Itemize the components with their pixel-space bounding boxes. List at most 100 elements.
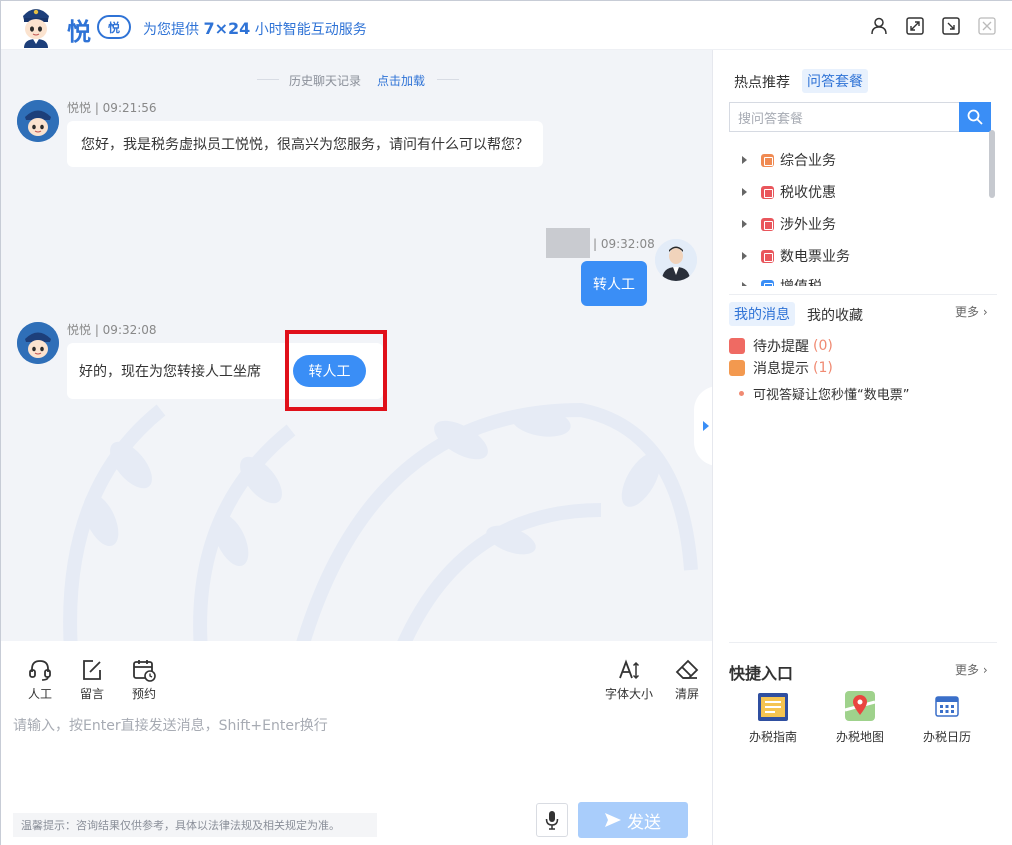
- tax-guide-icon: [758, 693, 788, 721]
- microphone-icon: [545, 811, 559, 830]
- reminder-count: (0): [813, 338, 833, 354]
- quick-label: 办税日历: [922, 730, 971, 744]
- headset-icon: [29, 660, 51, 681]
- history-label: 历史聊天记录: [289, 74, 362, 88]
- tool-label: 清屏: [674, 687, 699, 701]
- more-label: 更多: [955, 305, 980, 319]
- tree-item-comprehensive[interactable]: 综合业务: [729, 150, 836, 170]
- history-rule-left: [257, 79, 279, 80]
- todo-reminder[interactable]: 待办提醒 (0): [729, 336, 833, 356]
- chat-area[interactable]: 历史聊天记录 点击加载 悦悦 | 09:21:56 您好，我是税务虚拟员工悦悦，…: [1, 50, 712, 641]
- disclaimer-tip: 温馨提示：咨询结果仅供参考，具体以法律法规及相关规定为准。: [13, 813, 377, 837]
- calendar-clock-icon: [133, 660, 156, 682]
- tagline-hours: 7×24: [203, 19, 251, 38]
- qa-category-tree: 综合业务 税收优惠 涉外业务 数电票业务 增值税: [729, 144, 991, 286]
- message-input-area[interactable]: 请输入，按Enter直接发送消息，Shift+Enter换行 温馨提示：咨询结果…: [1, 705, 712, 845]
- search-button[interactable]: [959, 102, 991, 132]
- leave-message-tool[interactable]: 留言: [72, 657, 112, 702]
- history-load-link[interactable]: 点击加载: [377, 72, 425, 89]
- bullet-icon: [739, 391, 744, 396]
- section-divider: [729, 642, 997, 643]
- logo-text: 悦: [67, 18, 91, 46]
- messages-more-link[interactable]: 更多 ›: [955, 303, 988, 320]
- category-icon: [761, 249, 774, 263]
- font-size-tool[interactable]: 字体大小: [605, 657, 653, 702]
- user-avatar: [655, 239, 697, 281]
- quick-entry-title: 快捷入口: [729, 664, 794, 683]
- logo-badge: 悦: [97, 15, 131, 39]
- reminder-label: 消息提示: [753, 361, 809, 377]
- tab-hot-recommend[interactable]: 热点推荐: [734, 72, 790, 92]
- voice-input-button[interactable]: [536, 803, 568, 837]
- collapse-panel-toggle[interactable]: [694, 386, 712, 466]
- message-notice[interactable]: 消息提示 (1): [729, 358, 833, 378]
- tree-item-e-invoice[interactable]: 数电票业务: [729, 246, 850, 266]
- bulb-icon: [729, 360, 745, 376]
- tab-my-favorites[interactable]: 我的收藏: [807, 305, 863, 325]
- quick-tax-guide[interactable]: 办税指南: [733, 690, 813, 745]
- font-size-icon: [619, 659, 640, 680]
- tree-item-label: 税收优惠: [780, 185, 836, 201]
- appointment-tool[interactable]: 预约: [124, 657, 164, 702]
- send-label: 发送: [627, 812, 661, 833]
- notice-list-item[interactable]: 可视答疑让您秒懂“数电票”: [739, 384, 909, 403]
- quick-more-link[interactable]: 更多 ›: [955, 661, 988, 678]
- clear-screen-tool[interactable]: 清屏: [667, 657, 707, 702]
- minimize-window-icon[interactable]: [941, 16, 961, 36]
- message-input[interactable]: 请输入，按Enter直接发送消息，Shift+Enter换行: [13, 715, 328, 735]
- user-icon[interactable]: [869, 16, 889, 36]
- map-pin-icon: [844, 691, 876, 721]
- clock-icon: [729, 338, 745, 354]
- send-button[interactable]: 发送: [578, 802, 688, 838]
- human-agent-tool[interactable]: 人工: [20, 657, 60, 702]
- send-icon: [605, 813, 621, 827]
- tree-item-label: 涉外业务: [780, 217, 836, 233]
- message-meta: 悦悦 | 09:32:08: [67, 323, 157, 337]
- expand-arrow-icon: [742, 282, 747, 286]
- tree-scrollbar[interactable]: [989, 130, 995, 198]
- search-icon: [967, 109, 983, 125]
- tool-label: 人工: [27, 687, 52, 701]
- tree-item-foreign[interactable]: 涉外业务: [729, 214, 836, 234]
- tagline-prefix: 为您提供: [143, 22, 199, 38]
- quick-tax-calendar[interactable]: 办税日历: [907, 690, 987, 745]
- expand-arrow-icon: [742, 252, 747, 260]
- tree-item-label: 综合业务: [780, 153, 836, 169]
- triangle-right-icon: [703, 421, 709, 431]
- user-message-meta: | 09:32:08: [593, 237, 655, 251]
- tree-item-vat[interactable]: 增值税: [729, 276, 822, 286]
- calendar-icon: [935, 696, 959, 717]
- tab-qa-package[interactable]: 问答套餐: [802, 69, 868, 93]
- edit-icon: [83, 660, 101, 680]
- expand-arrow-icon: [742, 220, 747, 228]
- category-icon: [761, 153, 774, 167]
- tree-item-label: 数电票业务: [780, 249, 850, 265]
- expand-icon[interactable]: [905, 16, 925, 36]
- qa-search-input[interactable]: 搜问答套餐: [729, 102, 959, 132]
- highlight-annotation-box: [285, 330, 387, 411]
- tree-item-label: 增值税: [780, 276, 822, 286]
- tab-my-messages[interactable]: 我的消息: [729, 302, 795, 326]
- bot-message-bubble: 您好，我是税务虚拟员工悦悦，很高兴为您服务，请问有什么可以帮您？: [67, 121, 543, 167]
- user-message-bubble: 转人工: [581, 261, 647, 306]
- quick-label: 办税指南: [748, 730, 797, 744]
- category-icon: [761, 185, 774, 199]
- reminder-label: 待办提醒: [753, 339, 809, 355]
- bot-avatar: [17, 100, 59, 142]
- mascot-logo-icon: [23, 9, 49, 48]
- close-icon[interactable]: [977, 16, 997, 36]
- bot-avatar: [17, 322, 59, 364]
- app-window: 悦 悦 为您提供 7×24 小时智能互动服务 历史聊天记录 点击加载 悦悦 | …: [0, 0, 1012, 845]
- quick-tax-map[interactable]: 办税地图: [820, 690, 900, 745]
- redacted-username: [546, 228, 590, 258]
- quick-label: 办税地图: [835, 730, 884, 744]
- tree-item-tax-incentive[interactable]: 税收优惠: [729, 182, 836, 202]
- chat-toolbar: 人工 留言 预约 字体大小 清屏: [1, 641, 712, 705]
- header-tagline: 为您提供 7×24 小时智能互动服务: [143, 19, 367, 39]
- section-divider: [729, 294, 997, 295]
- tagline-suffix: 小时智能互动服务: [254, 22, 367, 38]
- more-label: 更多: [955, 663, 980, 677]
- bot-message-text: 好的，现在为您转接人工坐席: [79, 364, 261, 380]
- category-icon: [761, 217, 774, 231]
- header-bar: 悦 悦 为您提供 7×24 小时智能互动服务: [1, 1, 1012, 50]
